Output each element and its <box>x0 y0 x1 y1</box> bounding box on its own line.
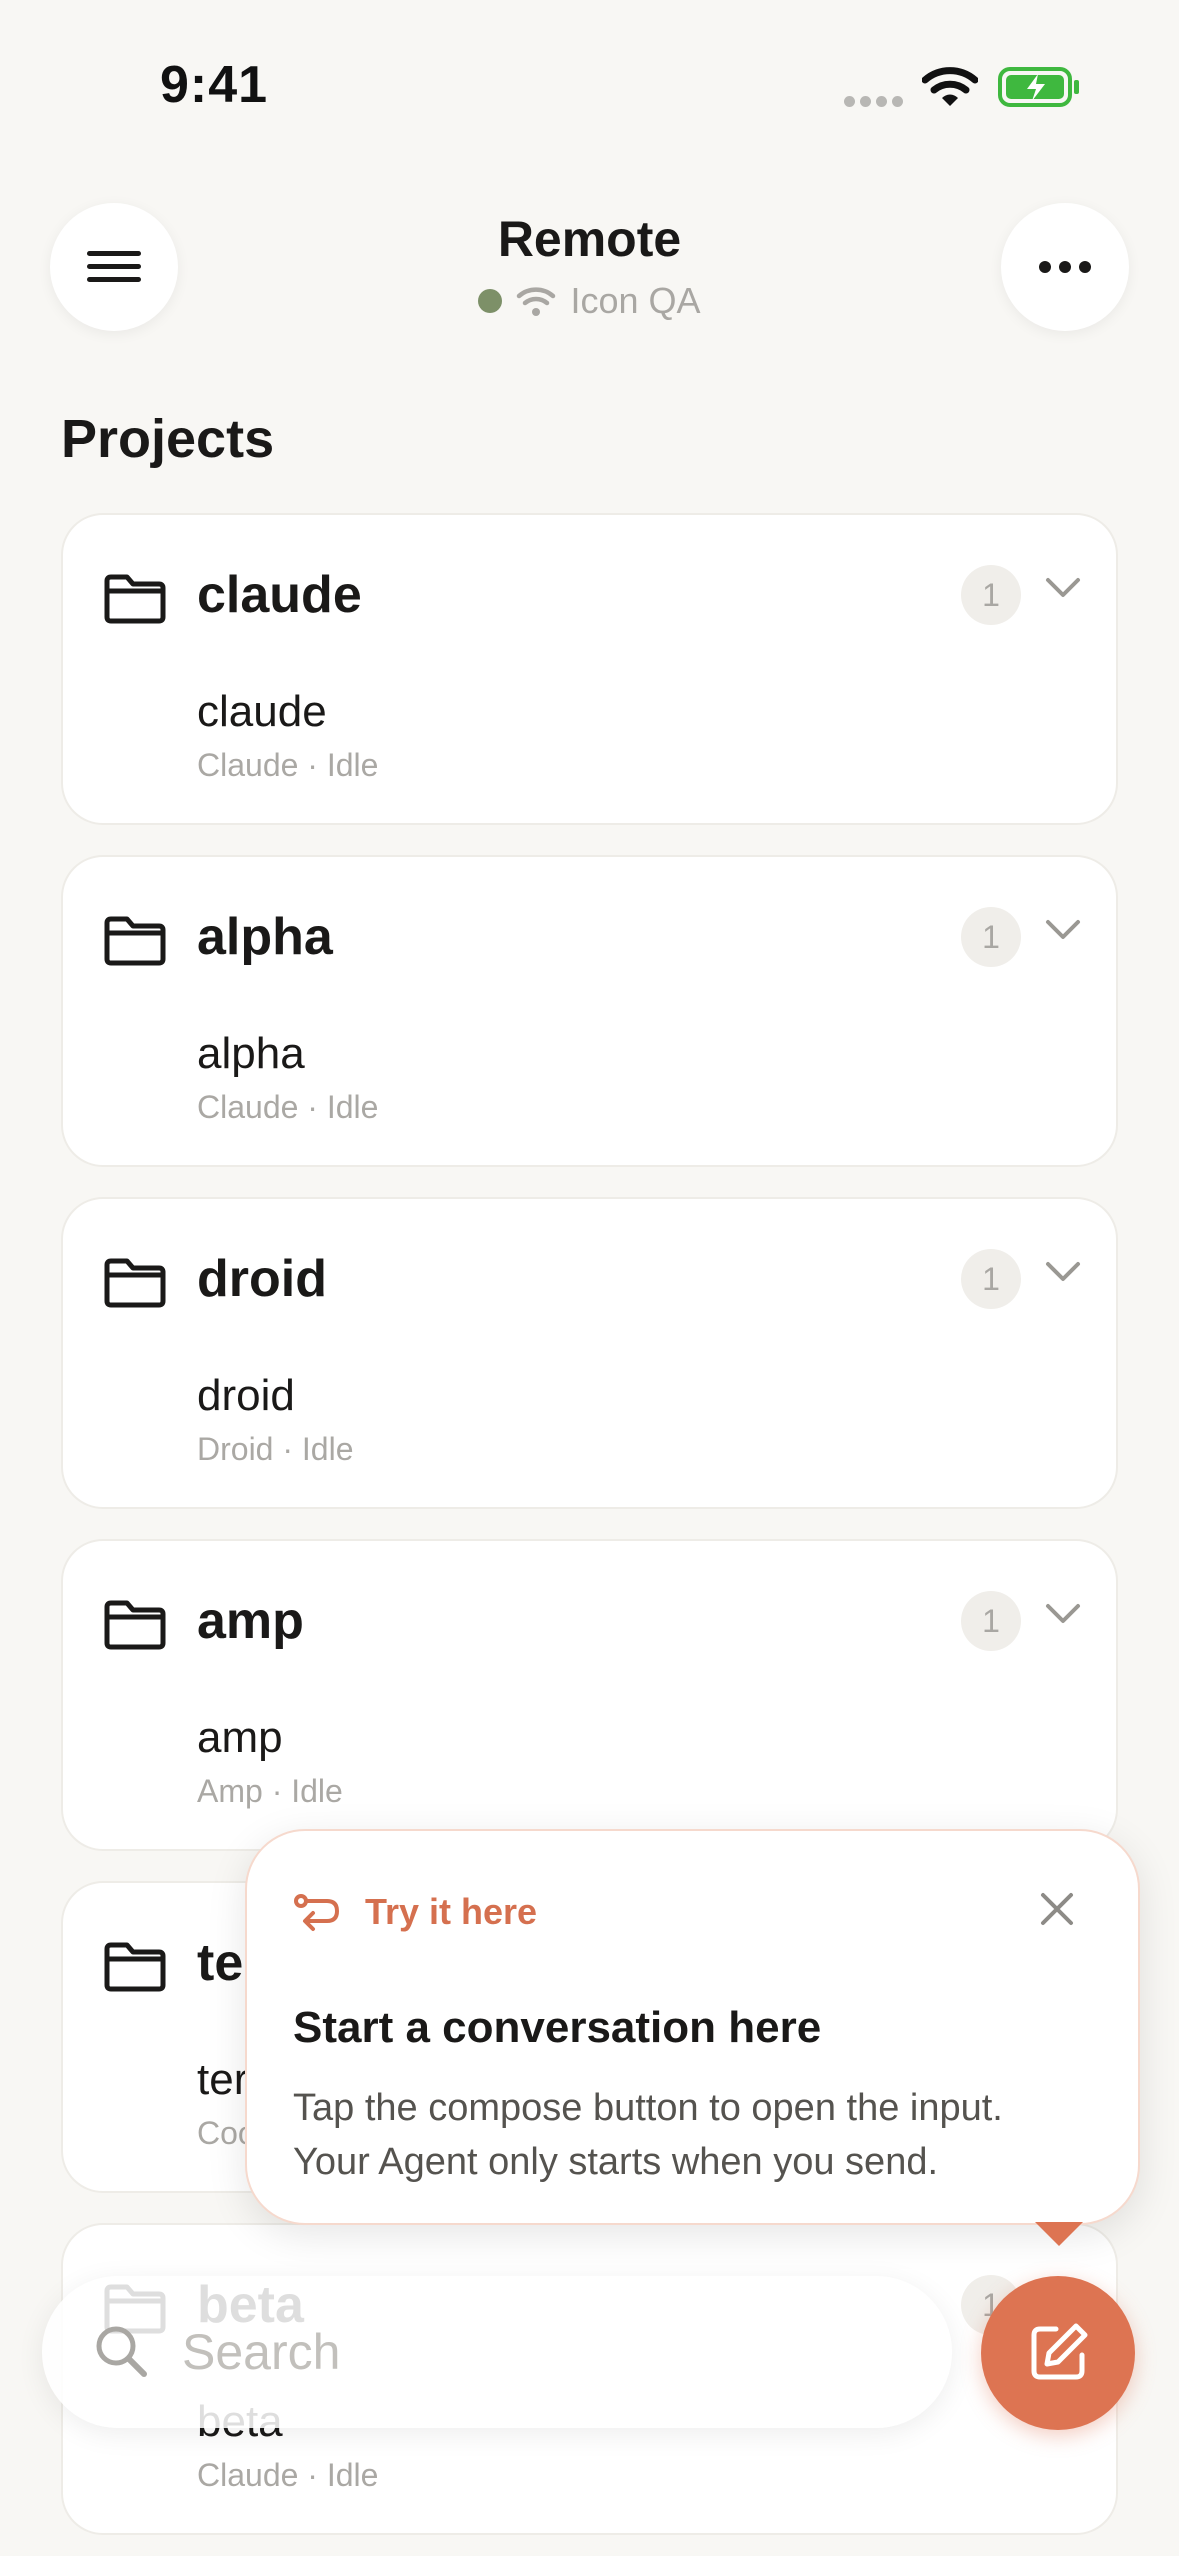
route-icon <box>294 1894 340 1931</box>
folder-icon <box>104 574 166 624</box>
session-count-badge: 1 <box>961 1249 1021 1309</box>
session-name[interactable]: alpha <box>197 1029 305 1079</box>
close-icon[interactable] <box>1037 1889 1077 1929</box>
chevron-down-icon[interactable] <box>1045 919 1081 941</box>
project-name: alpha <box>197 908 333 966</box>
status-bar: 9:41 <box>0 0 1179 150</box>
session-name[interactable]: claude <box>197 687 327 737</box>
compose-icon <box>1031 2323 1088 2380</box>
tooltip-body: Tap the compose button to open the input… <box>293 2081 1113 2189</box>
online-status-dot <box>478 289 503 313</box>
tooltip-title: Start a conversation here <box>293 2003 822 2052</box>
chevron-down-icon[interactable] <box>1045 1603 1081 1625</box>
session-meta: Claude · Idle <box>197 1089 379 1125</box>
session-count-badge: 1 <box>961 907 1021 967</box>
compose-button[interactable] <box>981 2276 1135 2430</box>
session-name[interactable]: amp <box>197 1713 283 1763</box>
wifi-icon <box>517 287 556 316</box>
cellular-signal-icon <box>844 96 903 107</box>
more-options-button[interactable] <box>1001 203 1129 331</box>
search-icon <box>96 2326 147 2377</box>
onboarding-tooltip: Try it here Start a conversation here Ta… <box>245 1829 1140 2225</box>
project-card[interactable]: alpha 1 alpha Claude · Idle <box>61 855 1118 1167</box>
status-time: 9:41 <box>160 56 269 114</box>
session-meta: Claude · Idle <box>197 2457 379 2493</box>
search-input[interactable] <box>182 2312 902 2392</box>
project-card[interactable]: droid 1 droid Droid · Idle <box>61 1197 1118 1509</box>
folder-icon <box>104 916 166 966</box>
folder-icon <box>104 1600 166 1650</box>
session-meta: Claude · Idle <box>197 747 379 783</box>
session-name[interactable]: ter <box>197 2055 248 2105</box>
session-count-badge: 1 <box>961 565 1021 625</box>
chevron-down-icon[interactable] <box>1045 577 1081 599</box>
session-meta: Droid · Idle <box>197 1431 354 1467</box>
tooltip-tag: Try it here <box>365 1891 538 1932</box>
project-card[interactable]: amp 1 amp Amp · Idle <box>61 1539 1118 1851</box>
folder-icon <box>104 1258 166 1308</box>
more-icon <box>1039 261 1091 273</box>
session-name[interactable]: droid <box>197 1371 295 1421</box>
session-meta: Amp · Idle <box>197 1773 343 1809</box>
project-name: te <box>197 1934 244 1992</box>
session-count-badge: 1 <box>961 1591 1021 1651</box>
wifi-status-icon <box>922 67 978 106</box>
project-name: claude <box>197 566 362 624</box>
project-name: amp <box>197 1592 304 1650</box>
host-name: Icon QA <box>570 280 701 321</box>
project-list: claude 1 claude Claude · Idle alpha 1 al… <box>61 513 1118 2556</box>
tooltip-body-line: Your Agent only starts when you send. <box>293 2141 939 2183</box>
project-name: droid <box>197 1250 327 1308</box>
folder-icon <box>104 1942 166 1992</box>
chevron-down-icon[interactable] <box>1045 1261 1081 1283</box>
tooltip-arrow <box>1035 2222 1083 2246</box>
tooltip-body-line: Tap the compose button to open the input… <box>293 2087 1003 2129</box>
search-bar[interactable] <box>42 2276 952 2428</box>
project-card[interactable]: claude 1 claude Claude · Idle <box>61 513 1118 825</box>
battery-charging-icon <box>998 67 1079 107</box>
section-title: Projects <box>61 409 275 469</box>
connection-status: Icon QA <box>0 280 1179 322</box>
